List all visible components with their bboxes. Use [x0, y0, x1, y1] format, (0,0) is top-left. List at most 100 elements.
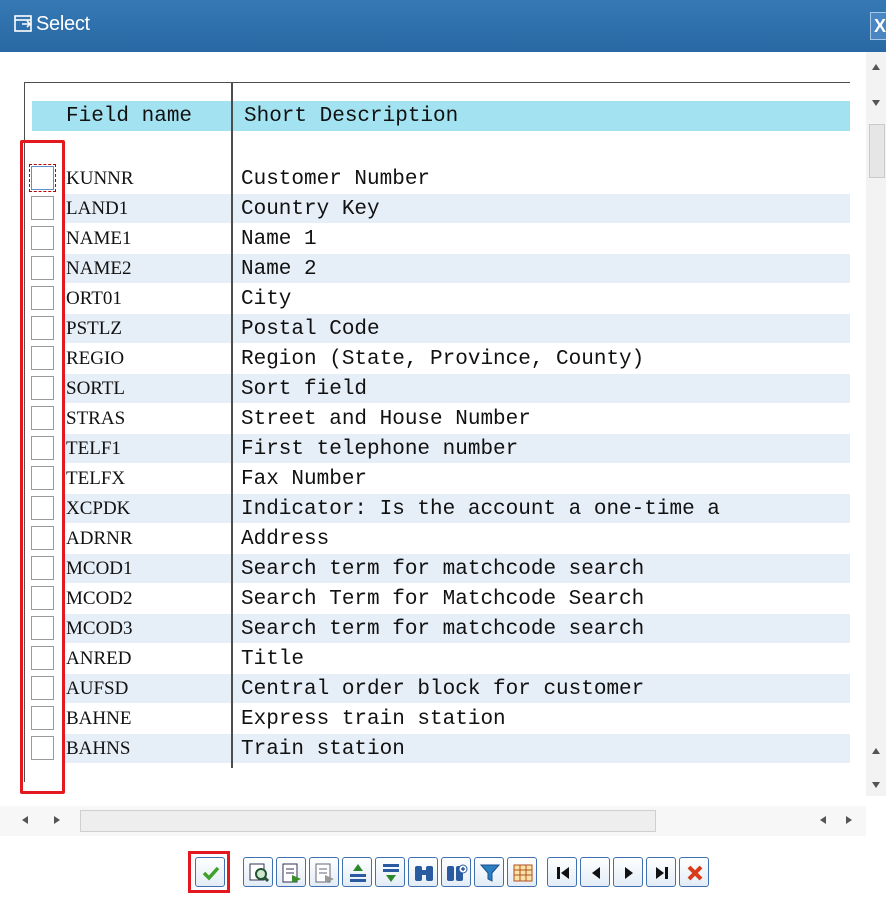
short-description-cell[interactable]: Postal Code	[233, 314, 850, 343]
table-row[interactable]: TELF1 First telephone number	[24, 434, 850, 464]
field-name-cell[interactable]: TELFX	[64, 464, 232, 493]
table-row[interactable]: XCPDK Indicator: Is the account a one-tim…	[24, 494, 850, 524]
table-row[interactable]: PSTLZ Postal Code	[24, 314, 850, 344]
short-description-cell[interactable]: Sort field	[233, 374, 850, 403]
table-row[interactable]: ADRNR Address	[24, 524, 850, 554]
scroll-left-icon[interactable]	[22, 816, 28, 824]
table-row[interactable]: LAND1 Country Key	[24, 194, 850, 224]
scroll-right-icon[interactable]	[54, 816, 60, 824]
short-description-cell[interactable]: Indicator: Is the account a one-time a	[233, 494, 850, 523]
find-binoculars-button[interactable]	[408, 857, 438, 887]
cancel-button[interactable]	[679, 857, 709, 887]
field-name-text: SORTL	[66, 378, 126, 399]
short-description-cell[interactable]: Name 2	[233, 254, 850, 283]
short-description-cell[interactable]: Search term for matchcode search	[233, 614, 850, 643]
field-name-cell[interactable]: ORT01	[64, 284, 232, 313]
layout-grid-button[interactable]	[507, 857, 537, 887]
field-name-cell[interactable]: MCOD3	[64, 614, 232, 643]
field-name-cell[interactable]: NAME1	[64, 224, 232, 253]
short-description-cell[interactable]: City	[233, 284, 850, 313]
short-description-cell[interactable]: Street and House Number	[233, 404, 850, 433]
table-row[interactable]: STRAS Street and House Number	[24, 404, 850, 434]
scroll-left-icon[interactable]	[820, 816, 826, 824]
last-page-button[interactable]	[646, 857, 676, 887]
vertical-scroll-thumb[interactable]	[869, 124, 885, 178]
sort-ascending-button[interactable]	[342, 857, 372, 887]
dialog-icon	[14, 15, 32, 32]
table-row[interactable]: AUFSD Central order block for customer	[24, 674, 850, 704]
field-name-cell[interactable]: KUNNR	[64, 164, 232, 193]
table-row[interactable]: SORTL Sort field	[24, 374, 850, 404]
field-name-text: XCPDK	[66, 498, 131, 519]
scroll-down-icon[interactable]	[872, 100, 880, 106]
short-description-cell[interactable]: Train station	[233, 734, 850, 763]
horizontal-scrollbar[interactable]	[0, 806, 866, 836]
find-button[interactable]	[243, 857, 273, 887]
table-row[interactable]: ANRED Title	[24, 644, 850, 674]
field-name-cell[interactable]: PSTLZ	[64, 314, 232, 343]
scroll-right-icon[interactable]	[846, 816, 852, 824]
field-name-cell[interactable]: TELF1	[64, 434, 232, 463]
confirm-button[interactable]	[195, 857, 225, 887]
field-name-cell[interactable]: NAME2	[64, 254, 232, 283]
short-description-text: Sort field	[241, 378, 368, 401]
close-button[interactable]: X	[870, 12, 886, 40]
table-row[interactable]: NAME1 Name 1	[24, 224, 850, 254]
field-name-cell[interactable]: MCOD1	[64, 554, 232, 583]
field-name-cell[interactable]: AUFSD	[64, 674, 232, 703]
field-name-cell[interactable]: LAND1	[64, 194, 232, 223]
short-description-cell[interactable]: Fax Number	[233, 464, 850, 493]
deselect-all-button[interactable]	[309, 857, 339, 887]
table-row[interactable]: NAME2 Name 2	[24, 254, 850, 284]
short-description-cell[interactable]: Express train station	[233, 704, 850, 733]
short-description-cell[interactable]: Title	[233, 644, 850, 673]
table-row[interactable]: MCOD1 Search term for matchcode search	[24, 554, 850, 584]
field-name-cell[interactable]: ANRED	[64, 644, 232, 673]
scroll-up-icon[interactable]	[872, 748, 880, 754]
short-description-text: Country Key	[241, 198, 380, 221]
column-header-short-description[interactable]: Short Description	[244, 105, 458, 128]
vertical-scrollbar[interactable]	[866, 52, 886, 796]
next-page-button[interactable]	[613, 857, 643, 887]
horizontal-scroll-thumb[interactable]	[80, 810, 656, 832]
short-description-text: Street and House Number	[241, 408, 531, 431]
confirm-icon	[202, 866, 220, 881]
find-next-button[interactable]	[441, 857, 471, 887]
table-row[interactable]: ORT01 City	[24, 284, 850, 314]
short-description-cell[interactable]: Country Key	[233, 194, 850, 223]
short-description-cell[interactable]: Region (State, Province, County)	[233, 344, 850, 373]
short-description-cell[interactable]: Customer Number	[233, 164, 850, 193]
table-row[interactable]: TELFX Fax Number	[24, 464, 850, 494]
field-name-cell[interactable]: REGIO	[64, 344, 232, 373]
field-name-cell[interactable]: SORTL	[64, 374, 232, 403]
table-row[interactable]: BAHNE Express train station	[24, 704, 850, 734]
table-row[interactable]: REGIO Region (State, Province, County)	[24, 344, 850, 374]
field-name-cell[interactable]: MCOD2	[64, 584, 232, 613]
column-header-field-name[interactable]: Field name	[66, 105, 192, 128]
field-name-cell[interactable]: BAHNE	[64, 704, 232, 733]
short-description-cell[interactable]: Search Term for Matchcode Search	[233, 584, 850, 613]
short-description-cell[interactable]: Central order block for customer	[233, 674, 850, 703]
field-name-text: NAME2	[66, 258, 132, 279]
table-row[interactable]: KUNNR Customer Number	[24, 164, 850, 194]
field-name-cell[interactable]: ADRNR	[64, 524, 232, 553]
table-row[interactable]: MCOD2 Search Term for Matchcode Search	[24, 584, 850, 614]
sort-descending-button[interactable]	[375, 857, 405, 887]
field-name-text: REGIO	[66, 348, 125, 369]
table-row[interactable]: MCOD3 Search term for matchcode search	[24, 614, 850, 644]
short-description-cell[interactable]: First telephone number	[233, 434, 850, 463]
field-name-cell[interactable]: STRAS	[64, 404, 232, 433]
scroll-down-icon[interactable]	[872, 782, 880, 788]
field-name-cell[interactable]: BAHNS	[64, 734, 232, 763]
field-name-cell[interactable]: XCPDK	[64, 494, 232, 523]
short-description-cell[interactable]: Search term for matchcode search	[233, 554, 850, 583]
filter-button[interactable]	[474, 857, 504, 887]
first-page-icon	[557, 867, 569, 879]
first-page-button[interactable]	[547, 857, 577, 887]
short-description-cell[interactable]: Name 1	[233, 224, 850, 253]
short-description-cell[interactable]: Address	[233, 524, 850, 553]
previous-page-button[interactable]	[580, 857, 610, 887]
select-all-button[interactable]	[276, 857, 306, 887]
table-row[interactable]: BAHNS Train station	[24, 734, 850, 764]
scroll-up-icon[interactable]	[872, 64, 880, 70]
